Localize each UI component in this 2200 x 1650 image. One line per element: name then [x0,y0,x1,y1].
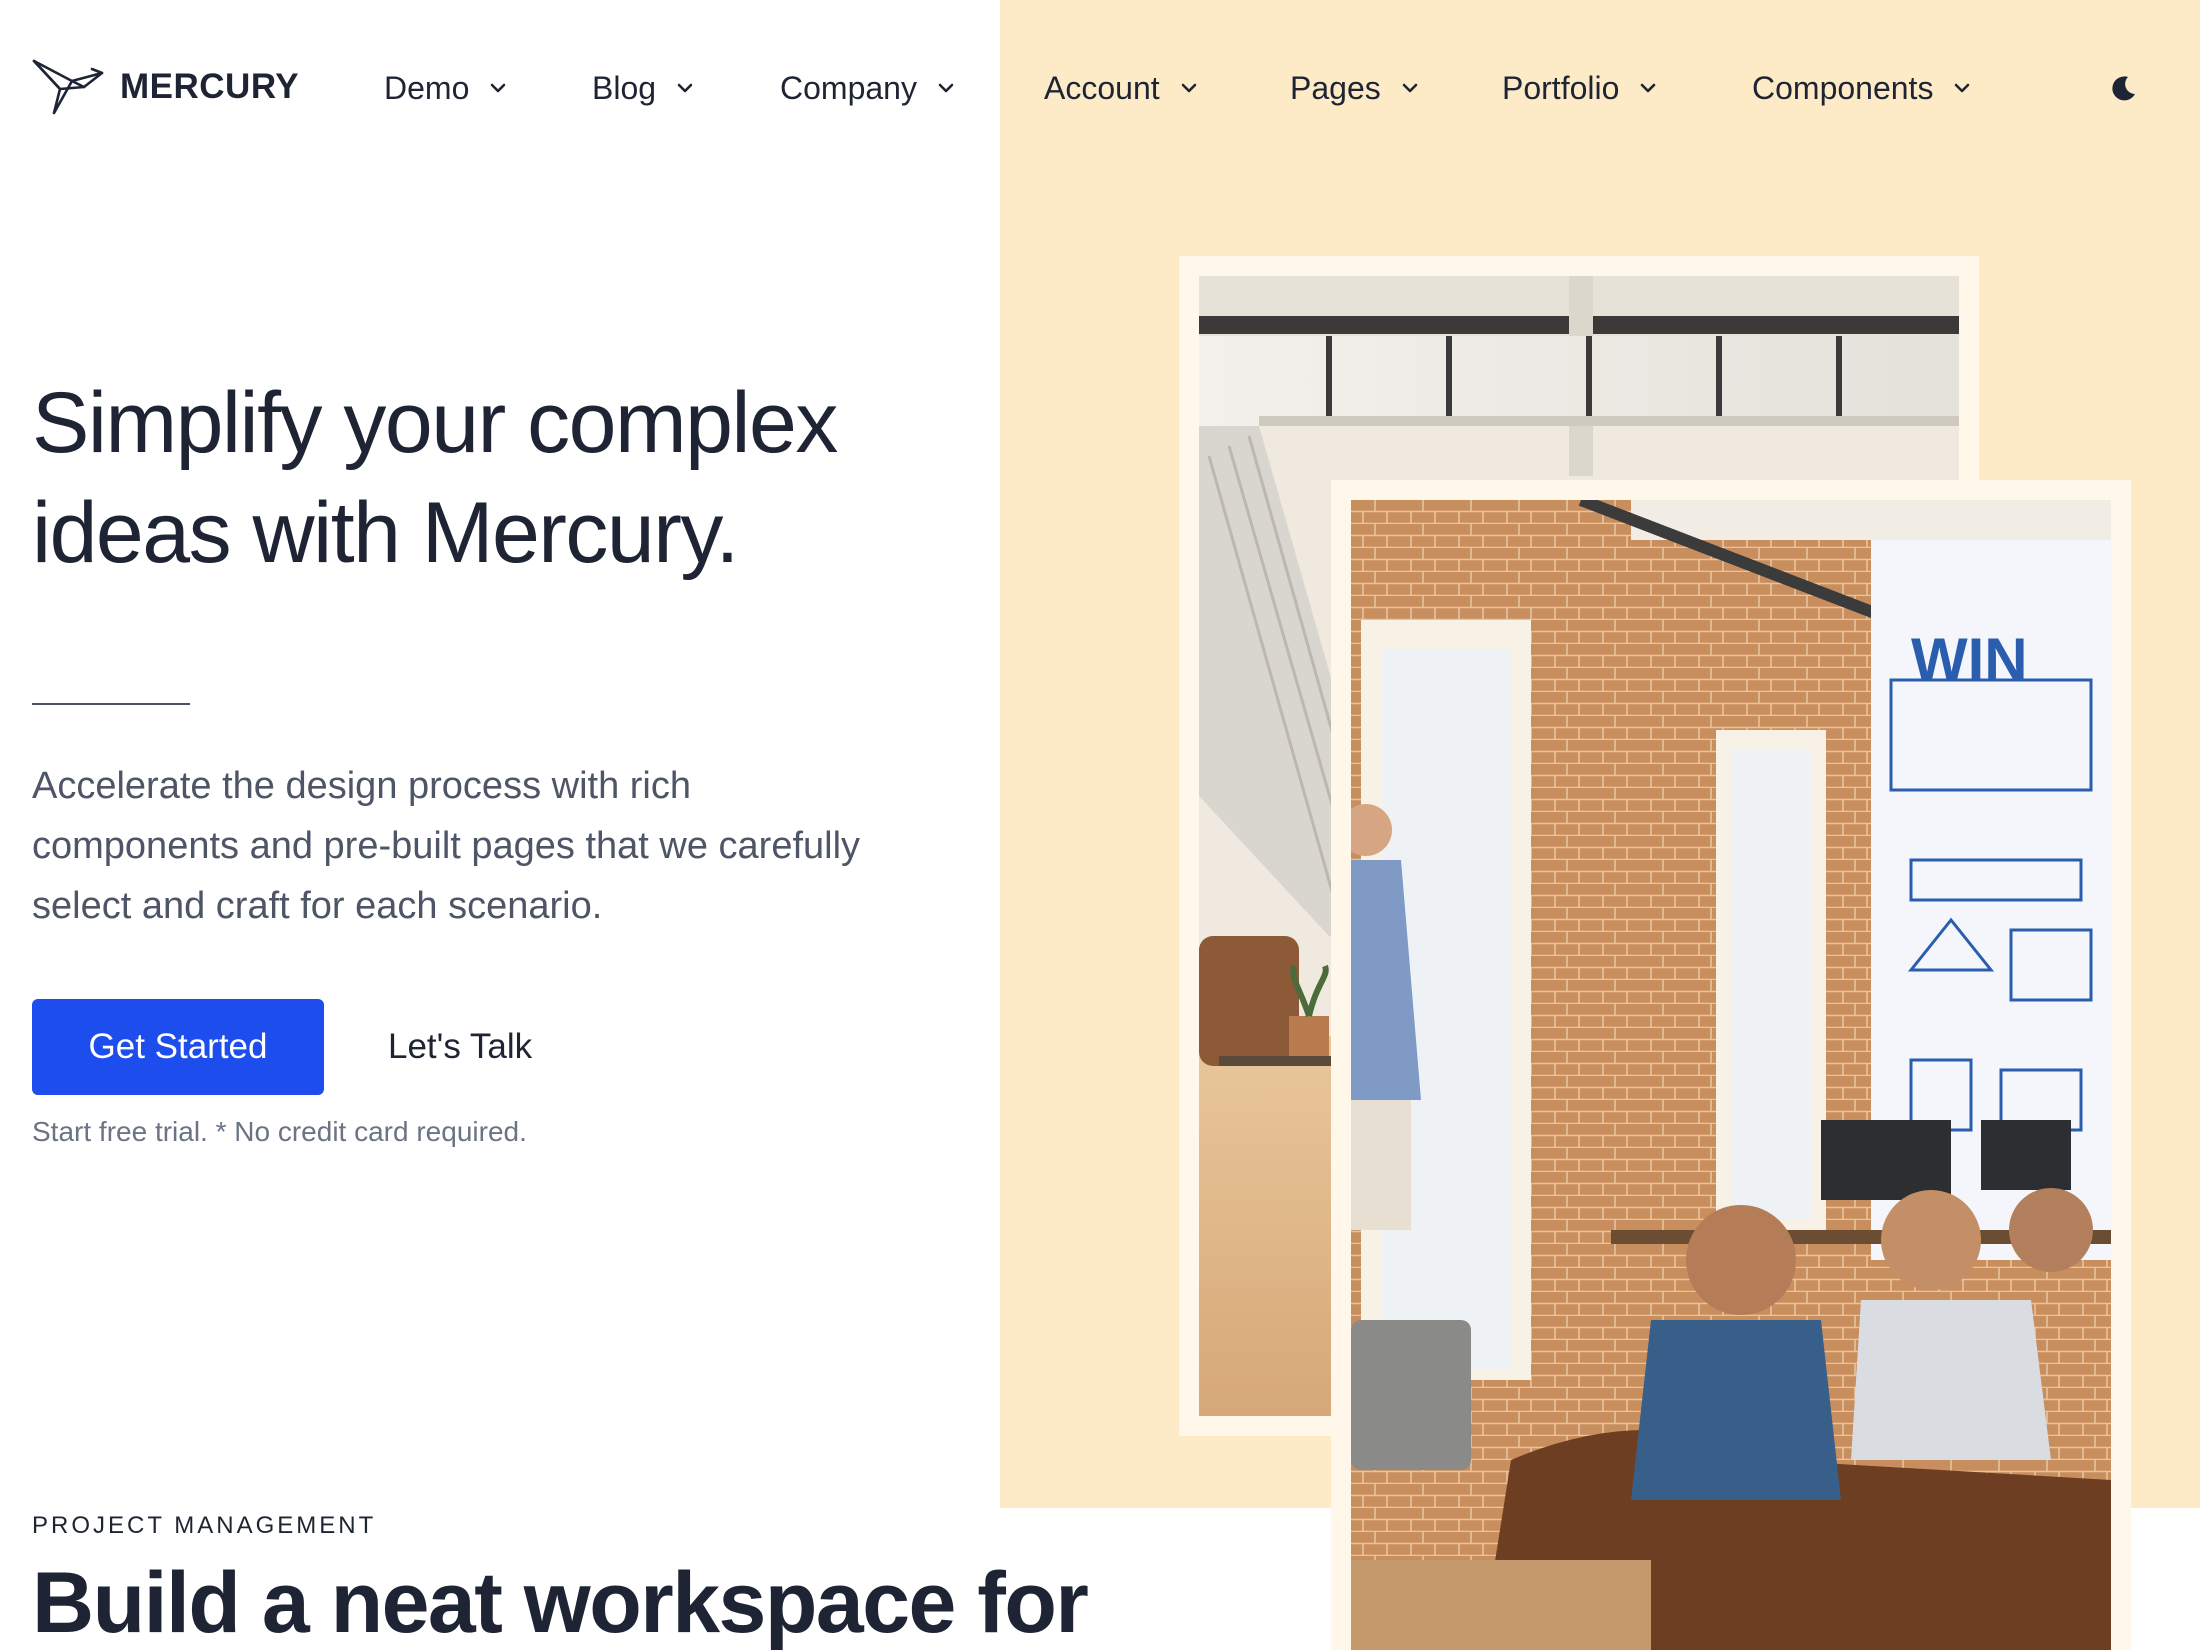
hero-title-line: Simplify your complex [32,375,838,471]
nav-label: Portfolio [1502,69,1620,106]
nav-label: Components [1752,69,1934,106]
nav-item-pages[interactable]: Pages [1290,66,1421,110]
office-meeting-photo: WIN [1351,500,2111,1650]
nav-item-company[interactable]: Company [780,66,957,110]
nav-label: Demo [384,69,470,106]
chevron-down-icon [1181,83,1196,93]
top-navigation: MERCURY Demo Blog Company Account Pages … [0,0,2200,178]
section-eyebrow: PROJECT MANAGEMENT [32,1512,377,1539]
hero-note: Start free trial. * No credit card requi… [32,1116,527,1147]
hero-divider [32,703,190,705]
nav-item-portfolio[interactable]: Portfolio [1502,66,1659,110]
nav-label: Pages [1290,69,1381,106]
chevron-down-icon [1641,83,1656,93]
hero-lead-line: components and pre-built pages that we c… [32,825,861,867]
nav-label: Account [1044,69,1160,106]
chevron-down-icon [677,83,693,93]
nav-item-components[interactable]: Components [1752,66,1973,110]
hero-lead: Accelerate the design process with rich … [32,756,932,936]
nav-item-account[interactable]: Account [1044,66,1200,110]
svg-text:WIN: WIN [1911,626,2028,693]
hero-lead-line: select and craft for each scenario. [32,885,603,927]
brand-name: MERCURY [120,67,300,106]
lets-talk-link[interactable]: Let's Talk [388,1022,532,1072]
chevron-down-icon [1955,83,1970,93]
hero-title-line: ideas with Mercury. [32,485,739,581]
chevron-down-icon [491,83,506,93]
brand-logo-link[interactable]: MERCURY [32,57,299,117]
chevron-down-icon [938,83,954,93]
bird-logo-icon [32,59,104,115]
hero-title: Simplify your complex ideas with Mercury… [32,368,932,588]
landing-page: MERCURY Demo Blog Company Account Pages … [0,0,2200,1650]
nav-item-demo[interactable]: Demo [384,66,509,110]
section-title: Build a neat workspace for [32,1555,1089,1650]
chevron-down-icon [1402,83,1418,93]
get-started-button[interactable]: Get Started [32,999,324,1095]
nav-label: Company [780,69,917,106]
moon-icon[interactable] [2108,72,2140,104]
nav-label: Blog [592,69,657,106]
hero-lead-line: Accelerate the design process with rich [32,765,691,807]
nav-item-blog[interactable]: Blog [592,66,696,110]
